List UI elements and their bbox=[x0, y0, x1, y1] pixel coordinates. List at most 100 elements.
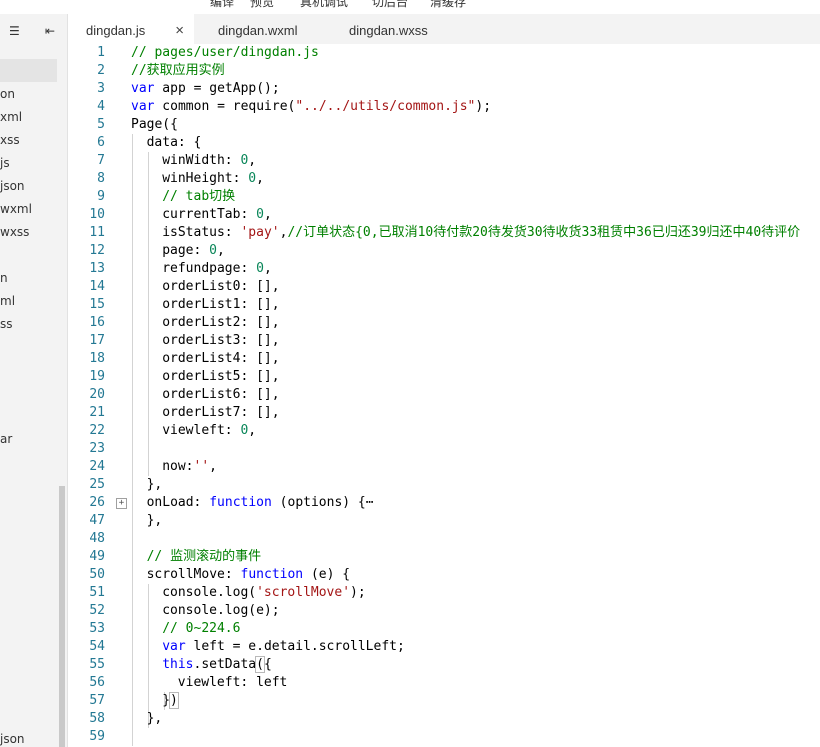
code-token: this bbox=[162, 657, 194, 672]
sidebar-item[interactable]: n bbox=[0, 267, 57, 290]
code-token: ); bbox=[350, 585, 366, 600]
line-number: 15 bbox=[89, 297, 105, 312]
code-line[interactable]: winWidth: 0, bbox=[162, 152, 256, 170]
sidebar-item[interactable]: on bbox=[0, 83, 57, 106]
code-line[interactable]: orderList4: [], bbox=[162, 350, 279, 368]
line-number: 25 bbox=[89, 477, 105, 492]
line-number-gutter: 1 2 3 4 5 6 7 8 9 10 11 12 13 14 15 16 17 18 19 20 21 22 23 24 2… bbox=[68, 44, 106, 747]
sidebar-item[interactable] bbox=[0, 382, 57, 405]
code-token: left = e.detail.scrollLeft; bbox=[185, 639, 405, 654]
editor-tabs: dingdan.js × dingdan.wxml dingdan.wxss bbox=[68, 14, 820, 47]
code-line[interactable]: // tab切换 bbox=[162, 188, 235, 206]
background-button[interactable]: 切后台 bbox=[372, 0, 408, 10]
code-line[interactable]: orderList7: [], bbox=[162, 404, 279, 422]
code-token: var bbox=[131, 81, 155, 96]
fold-toggle-icon[interactable]: + bbox=[116, 498, 127, 509]
code-line[interactable]: console.log('scrollMove'); bbox=[162, 584, 366, 602]
sidebar-item[interactable]: json bbox=[0, 175, 57, 198]
code-editor[interactable]: 1 2 3 4 5 6 7 8 9 10 11 12 13 14 15 16 17 18 19 20 21 22 23 24 2… bbox=[68, 44, 820, 747]
code-line[interactable]: orderList5: [], bbox=[162, 368, 279, 386]
code-token: common = require( bbox=[154, 99, 296, 114]
sidebar-item[interactable]: xss bbox=[0, 129, 57, 152]
line-number: 54 bbox=[89, 639, 105, 654]
code-line[interactable]: now:'', bbox=[162, 458, 217, 476]
tab-dingdan-wxml[interactable]: dingdan.wxml bbox=[218, 14, 338, 46]
code-line[interactable]: }, bbox=[147, 476, 163, 494]
close-icon[interactable]: × bbox=[175, 14, 184, 48]
sidebar-item[interactable]: wxml bbox=[0, 198, 57, 221]
code-token: //订单状态{0,已取消10待付款20待发货30待收货33租赁中36已归还39归… bbox=[287, 225, 801, 240]
code-line[interactable]: var common = require("../../utils/common… bbox=[131, 98, 491, 116]
code-token: orderList2: [], bbox=[162, 315, 280, 330]
code-line[interactable]: var app = getApp(); bbox=[131, 80, 280, 98]
code-line[interactable]: orderList6: [], bbox=[162, 386, 279, 404]
code-line[interactable]: Page({ bbox=[131, 116, 178, 134]
code-line[interactable]: console.log(e); bbox=[162, 602, 279, 620]
code-line[interactable]: viewleft: 0, bbox=[162, 422, 256, 440]
code-token: console.log(e); bbox=[162, 603, 280, 618]
code-line[interactable]: viewleft: left bbox=[178, 674, 288, 692]
compile-button[interactable]: 编译 bbox=[210, 0, 234, 10]
code-token: '' bbox=[193, 459, 210, 474]
code-line[interactable]: }, bbox=[147, 512, 163, 530]
line-number: 56 bbox=[89, 675, 105, 690]
sidebar-item[interactable] bbox=[0, 244, 57, 267]
code-token: //获取应用实例 bbox=[131, 63, 225, 78]
line-number: 21 bbox=[89, 405, 105, 420]
sidebar-item[interactable]: js bbox=[0, 152, 57, 175]
code-token: var bbox=[131, 99, 155, 114]
sidebar-item[interactable] bbox=[0, 59, 57, 82]
code-token: (options) {⋯ bbox=[271, 495, 374, 510]
code-line[interactable]: currentTab: 0, bbox=[162, 206, 272, 224]
indent-guide bbox=[148, 584, 149, 728]
code-line[interactable]: orderList1: [], bbox=[162, 296, 279, 314]
sidebar-item[interactable]: ml bbox=[0, 290, 57, 313]
code-line[interactable]: isStatus: 'pay',//订单状态{0,已取消10待付款20待发货30… bbox=[162, 224, 800, 242]
tab-dingdan-js[interactable]: dingdan.js × bbox=[68, 14, 194, 47]
clear-cache-button[interactable]: 清缓存 bbox=[430, 0, 466, 10]
code-token: winWidth: bbox=[162, 153, 241, 168]
code-line[interactable]: onLoad: function (options) {⋯ bbox=[147, 494, 374, 512]
code-line[interactable]: // 监测滚动的事件 bbox=[147, 548, 261, 566]
code-token: orderList1: [], bbox=[162, 297, 280, 312]
code-line[interactable]: scrollMove: function (e) { bbox=[147, 566, 351, 584]
code-token: , bbox=[248, 423, 257, 438]
preview-button[interactable]: 预览 bbox=[250, 0, 274, 10]
code-line[interactable]: //获取应用实例 bbox=[131, 62, 225, 80]
explorer-scrollbar[interactable] bbox=[59, 486, 65, 747]
sidebar-item[interactable]: json bbox=[0, 728, 57, 747]
code-line[interactable]: orderList3: [], bbox=[162, 332, 279, 350]
code-token: currentTab: bbox=[162, 207, 257, 222]
line-number: 22 bbox=[89, 423, 105, 438]
code-line[interactable]: page: 0, bbox=[162, 242, 225, 260]
sidebar-item[interactable] bbox=[0, 359, 57, 382]
tab-dingdan-wxss[interactable]: dingdan.wxss bbox=[349, 14, 469, 46]
code-line[interactable]: }, bbox=[147, 710, 163, 728]
sidebar-item[interactable]: wxss bbox=[0, 221, 57, 244]
code-token: function bbox=[209, 495, 272, 510]
line-number: 6 bbox=[97, 135, 105, 150]
sidebar-item[interactable]: ar bbox=[0, 428, 57, 451]
code-line[interactable]: orderList2: [], bbox=[162, 314, 279, 332]
code-line[interactable]: // 0~224.6 bbox=[162, 620, 240, 638]
remote-debug-button[interactable]: 真机调试 bbox=[300, 0, 348, 10]
code-line[interactable]: refundpage: 0, bbox=[162, 260, 272, 278]
line-number: 52 bbox=[89, 603, 105, 618]
collapse-lines-icon[interactable]: ☰ bbox=[9, 24, 20, 38]
code-line[interactable]: var left = e.detail.scrollLeft; bbox=[162, 638, 405, 656]
code-line[interactable]: data: { bbox=[147, 134, 202, 152]
code-line[interactable]: // pages/user/dingdan.js bbox=[131, 44, 319, 62]
sidebar-item[interactable] bbox=[0, 336, 57, 359]
code-line[interactable]: }) bbox=[162, 692, 179, 710]
code-line[interactable]: orderList0: [], bbox=[162, 278, 279, 296]
line-number: 49 bbox=[89, 549, 105, 564]
code-line[interactable]: this.setData({ bbox=[162, 656, 272, 674]
sidebar-item[interactable]: ss bbox=[0, 313, 57, 336]
code-token: viewleft: left bbox=[177, 675, 288, 690]
code-token: }, bbox=[146, 477, 163, 492]
split-icon[interactable]: ⇤ bbox=[45, 24, 55, 38]
line-number: 16 bbox=[89, 315, 105, 330]
code-line[interactable]: winHeight: 0, bbox=[162, 170, 264, 188]
sidebar-item[interactable]: xml bbox=[0, 106, 57, 129]
code-token: 0 bbox=[256, 261, 264, 276]
